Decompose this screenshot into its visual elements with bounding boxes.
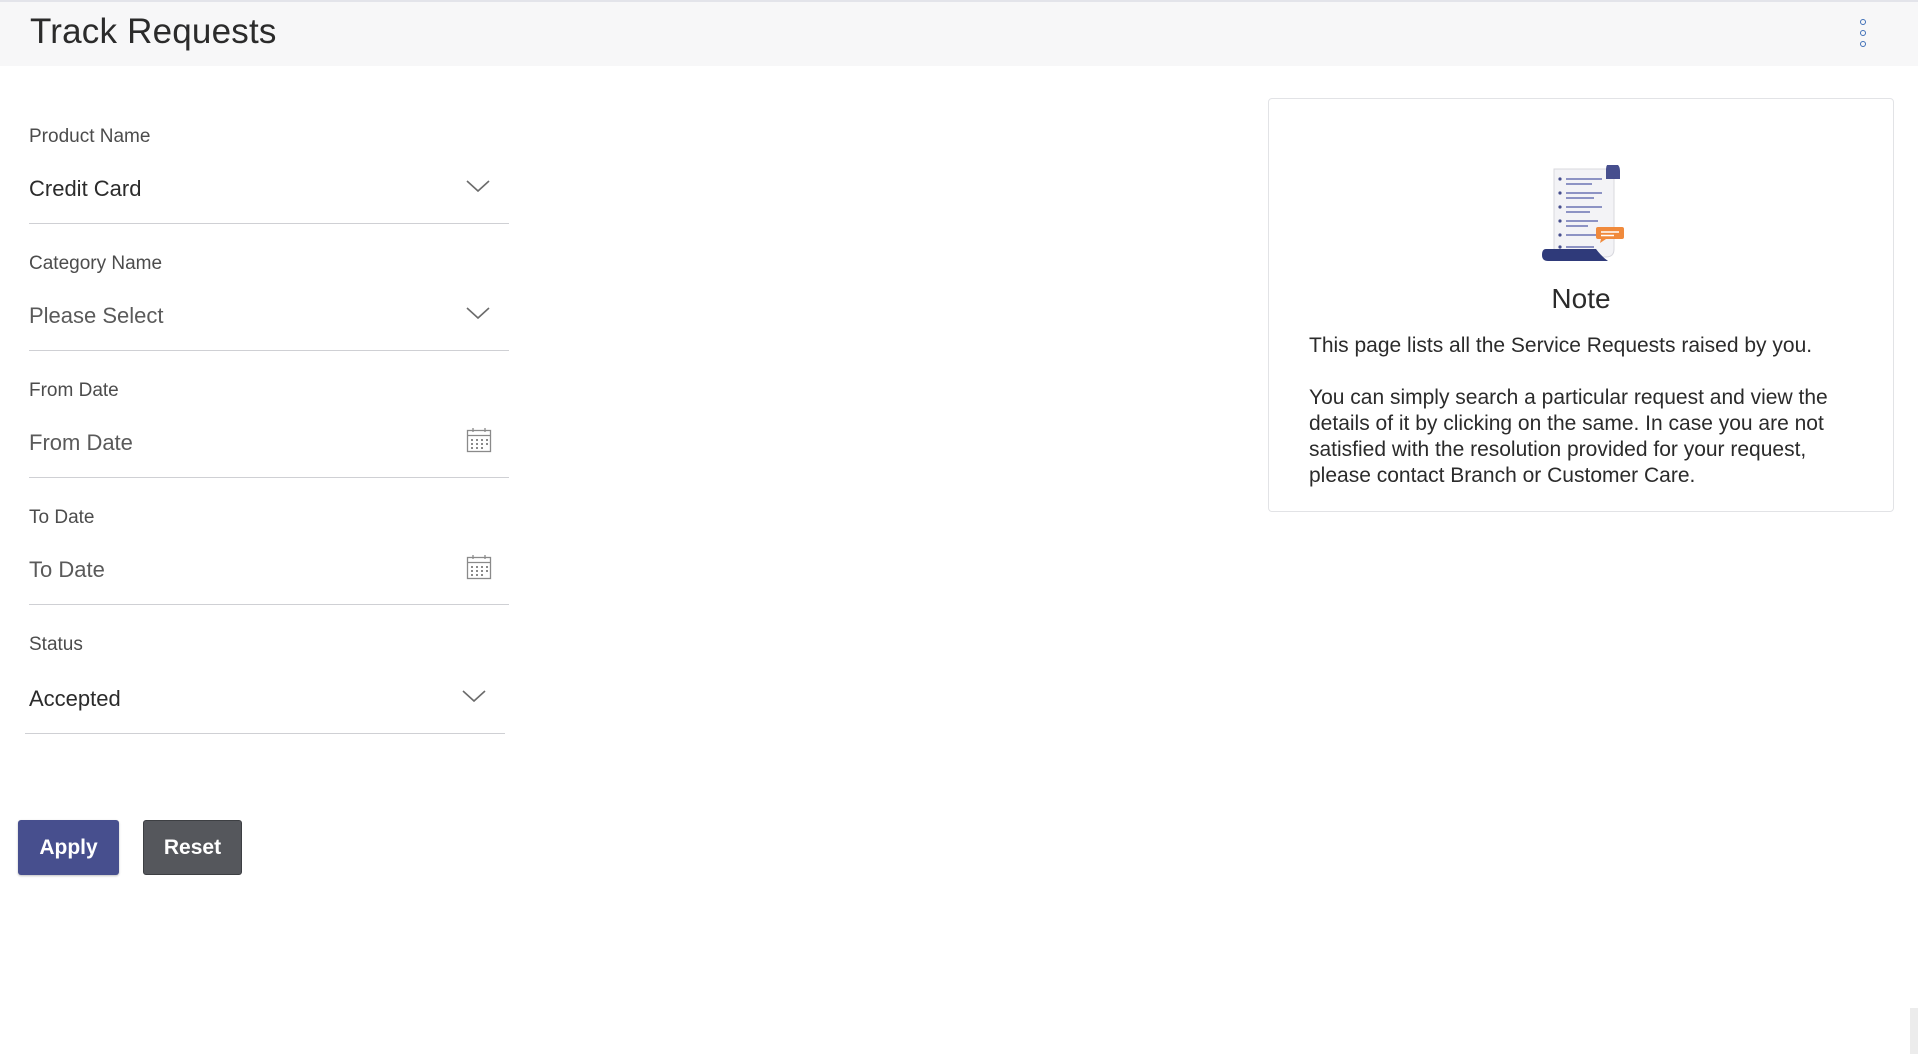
more-vertical-icon[interactable] [1856, 19, 1870, 47]
from-date-field: From Date From Date [29, 380, 509, 478]
kebab-dot [1860, 30, 1866, 36]
note-paragraph: This page lists all the Service Requests… [1309, 334, 1813, 357]
page-header: Track Requests [0, 0, 1918, 66]
document-list-illustration [1542, 165, 1624, 261]
note-title: Note [1551, 283, 1611, 314]
to-date-field: To Date To Date [29, 507, 509, 605]
note-paragraph: You can simply search a particular reque… [1309, 386, 1828, 487]
to-date-placeholder: To Date [29, 557, 105, 582]
category-name-select[interactable]: Please Select [29, 295, 509, 351]
calendar-icon[interactable] [465, 553, 493, 581]
to-date-label: To Date [29, 507, 95, 528]
note-card: Note This page lists all the Service Req… [1268, 98, 1894, 512]
category-name-field: Category Name Please Select [29, 253, 509, 351]
to-date-input[interactable]: To Date [29, 549, 509, 605]
product-name-value: Credit Card [29, 176, 142, 201]
kebab-dot [1860, 19, 1866, 25]
status-field: Status Accepted [25, 634, 505, 734]
page-title: Track Requests [30, 12, 277, 51]
scrollbar[interactable] [1910, 1008, 1918, 1054]
track-requests-page: Track Requests Product Name Credit Card … [0, 0, 1918, 1054]
status-value: Accepted [29, 686, 121, 711]
apply-button[interactable]: Apply [18, 820, 119, 875]
product-name-select[interactable]: Credit Card [29, 168, 509, 224]
from-date-placeholder: From Date [29, 430, 133, 455]
category-name-value: Please Select [29, 303, 164, 328]
chevron-down-icon [466, 180, 490, 193]
category-name-label: Category Name [29, 253, 163, 274]
reset-button[interactable]: Reset [143, 820, 242, 875]
from-date-input[interactable]: From Date [29, 422, 509, 478]
chevron-down-icon [466, 307, 490, 320]
calendar-icon[interactable] [465, 426, 493, 454]
product-name-field: Product Name Credit Card [29, 126, 509, 224]
from-date-label: From Date [29, 380, 119, 401]
product-name-label: Product Name [29, 126, 151, 147]
kebab-dot [1860, 41, 1866, 47]
chevron-down-icon [462, 690, 486, 703]
status-label: Status [29, 634, 83, 655]
status-select[interactable]: Accepted [25, 676, 505, 734]
